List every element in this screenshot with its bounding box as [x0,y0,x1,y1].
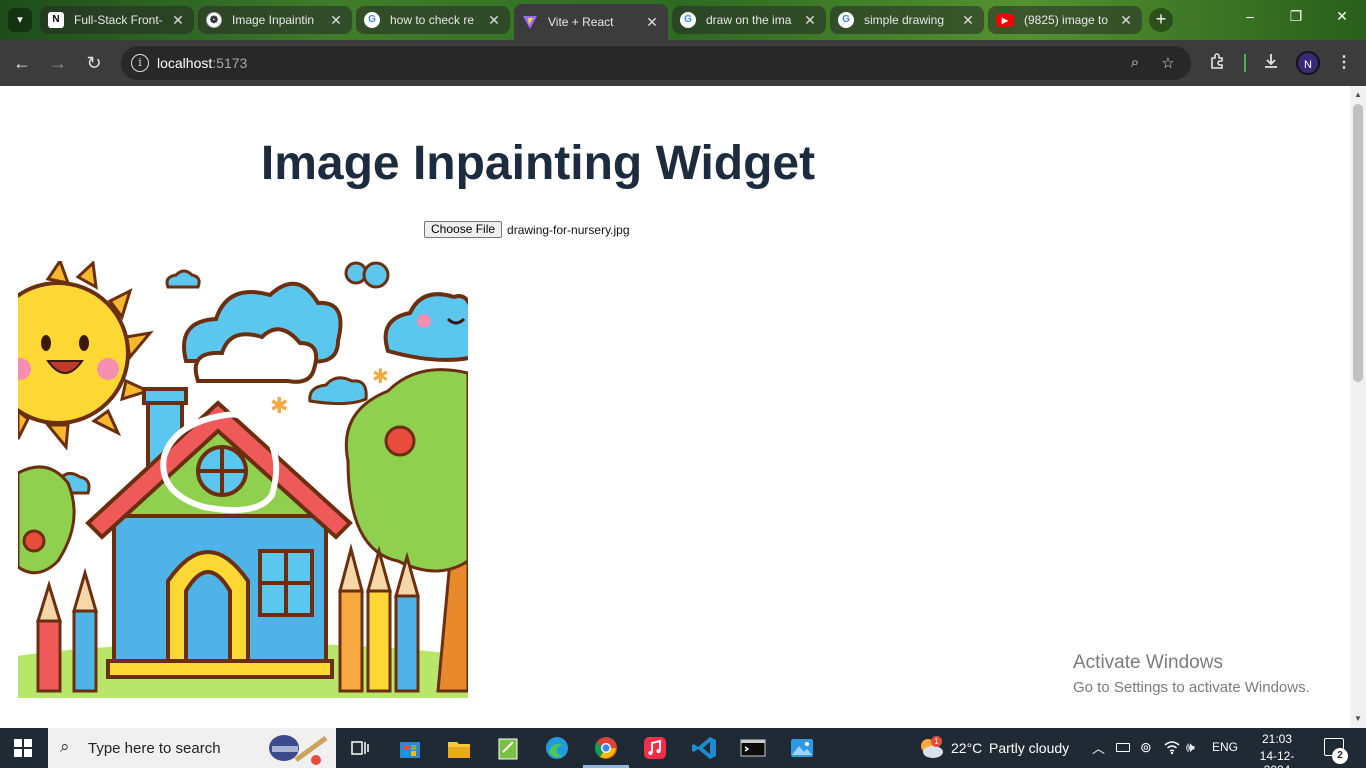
close-tab-icon[interactable]: ✕ [170,12,186,29]
nursery-illustration: ✱ ✱ [18,261,468,698]
file-input[interactable]: Choose File drawing-for-nursery.jpg [424,221,630,238]
new-tab-button[interactable]: + [1149,8,1173,32]
notepad-icon[interactable] [494,734,522,762]
tab-title: Image Inpaintin [232,13,315,27]
back-arrow-icon[interactable]: ← [10,51,34,75]
taskbar-search[interactable]: ⌕ Type here to search [48,728,336,768]
tab-title: how to check re [390,13,475,27]
windows-start-icon[interactable] [14,739,32,757]
google-icon: G [838,12,854,28]
close-tab-icon[interactable]: ✕ [960,12,976,29]
tab-how-to-check[interactable]: G how to check re ✕ [356,6,510,34]
tab-title: draw on the ima [706,13,792,27]
youtube-icon: ▶ [996,13,1014,27]
svg-text:✱: ✱ [270,394,288,419]
tab-title: Full-Stack Front- [74,13,163,27]
forward-arrow-icon[interactable]: → [46,51,70,75]
tab-search-button[interactable]: ▾ [8,8,32,32]
vite-icon [522,14,538,30]
house-graphic [85,387,353,679]
notion-icon: N [48,12,64,28]
zoom-icon[interactable]: ⌕ [1125,54,1145,71]
volume-icon[interactable]: 🕪 [1186,739,1195,756]
search-placeholder: Type here to search [88,740,221,757]
notification-count-badge: 2 [1332,748,1348,764]
close-window-icon[interactable]: ✕ [1330,8,1354,25]
battery-icon[interactable] [1116,743,1130,752]
url-text[interactable]: localhost:5173 [157,55,247,71]
search-highlight-icon [269,735,328,765]
scroll-thumb[interactable] [1353,104,1363,382]
close-tab-icon[interactable]: ✕ [1118,12,1134,29]
close-tab-icon[interactable]: ✕ [644,14,660,31]
clock-date[interactable]: 14-12-2024 [1249,749,1305,777]
site-info-icon[interactable]: i [131,54,149,72]
weather-temperature[interactable]: 22°C [951,740,982,756]
file-explorer-icon[interactable] [445,734,473,762]
close-tab-icon[interactable]: ✕ [802,12,818,29]
vertical-scrollbar[interactable]: ▲ ▼ [1350,86,1366,728]
watermark-title: Activate Windows [1073,652,1223,673]
search-icon: ⌕ [60,737,70,756]
wifi-icon[interactable] [1164,739,1180,760]
bookmark-star-icon[interactable]: ☆ [1158,54,1178,72]
vscode-icon[interactable] [690,734,718,762]
menu-kebab-icon[interactable]: ⋮ [1333,52,1355,72]
minimize-icon[interactable]: – [1238,8,1262,24]
drawing-canvas[interactable]: ✱ ✱ [18,261,468,698]
toolbar-divider [1244,54,1246,72]
music-icon[interactable] [641,734,669,762]
weather-badge: 1 [931,736,942,747]
tab-strip: ▾ N Full-Stack Front- ✕ ❁ Image Inpainti… [0,0,1366,40]
close-tab-icon[interactable]: ✕ [486,12,502,29]
browser-toolbar: ← → ↻ i localhost:5173 ⌕ ☆ N ⋮ [0,40,1366,86]
page-viewport: Image Inpainting Widget Choose File draw… [0,86,1350,728]
chatgpt-icon: ❁ [206,12,222,28]
tab-image-inpainting[interactable]: ❁ Image Inpaintin ✕ [198,6,352,34]
camera-icon[interactable]: ⊚ [1140,739,1152,756]
windows-taskbar: ⌕ Type here to search 1 22°C Partly clou… [0,728,1366,777]
tab-full-stack[interactable]: N Full-Stack Front- ✕ [40,6,194,34]
language-indicator[interactable]: ENG [1212,740,1238,754]
store-icon[interactable] [396,734,424,762]
scroll-up-arrow-icon[interactable]: ▲ [1350,90,1366,99]
page-title: Image Inpainting Widget [260,137,816,190]
profile-avatar[interactable]: N [1296,51,1320,75]
restore-icon[interactable]: ❐ [1284,8,1308,25]
tab-title: Vite + React [548,15,614,29]
tab-draw-on-image[interactable]: G draw on the ima ✕ [672,6,826,34]
show-hidden-icons-icon[interactable]: ︿ [1092,738,1105,757]
reload-icon[interactable]: ↻ [82,51,106,75]
extensions-icon[interactable] [1207,52,1229,75]
clock-time[interactable]: 21:03 [1249,732,1305,746]
tab-title: (9825) image to [1024,13,1109,27]
close-tab-icon[interactable]: ✕ [328,12,344,29]
choose-file-button[interactable]: Choose File [424,221,503,238]
download-icon[interactable] [1260,52,1282,75]
sun-graphic [18,261,154,451]
svg-text:✱: ✱ [372,364,389,388]
task-view-icon[interactable] [346,734,374,762]
scroll-down-arrow-icon[interactable]: ▼ [1350,714,1366,723]
activate-windows-watermark: Activate Windows Go to Settings to activ… [1073,652,1310,696]
tab-youtube[interactable]: ▶ (9825) image to ✕ [988,6,1142,34]
tab-title: simple drawing [864,13,945,27]
chrome-icon[interactable] [592,734,620,762]
terminal-icon[interactable] [739,734,767,762]
tab-vite-react[interactable]: Vite + React ✕ [514,4,668,40]
google-icon: G [680,12,696,28]
selected-file-name: drawing-for-nursery.jpg [507,222,630,237]
address-bar[interactable]: i localhost:5173 ⌕ ☆ [121,46,1191,80]
google-icon: G [364,12,380,28]
weather-description[interactable]: Partly cloudy [989,740,1069,756]
photos-icon[interactable] [788,734,816,762]
tab-simple-drawing[interactable]: G simple drawing ✕ [830,6,984,34]
watermark-subtitle: Go to Settings to activate Windows. [1073,679,1310,696]
edge-icon[interactable] [543,734,571,762]
